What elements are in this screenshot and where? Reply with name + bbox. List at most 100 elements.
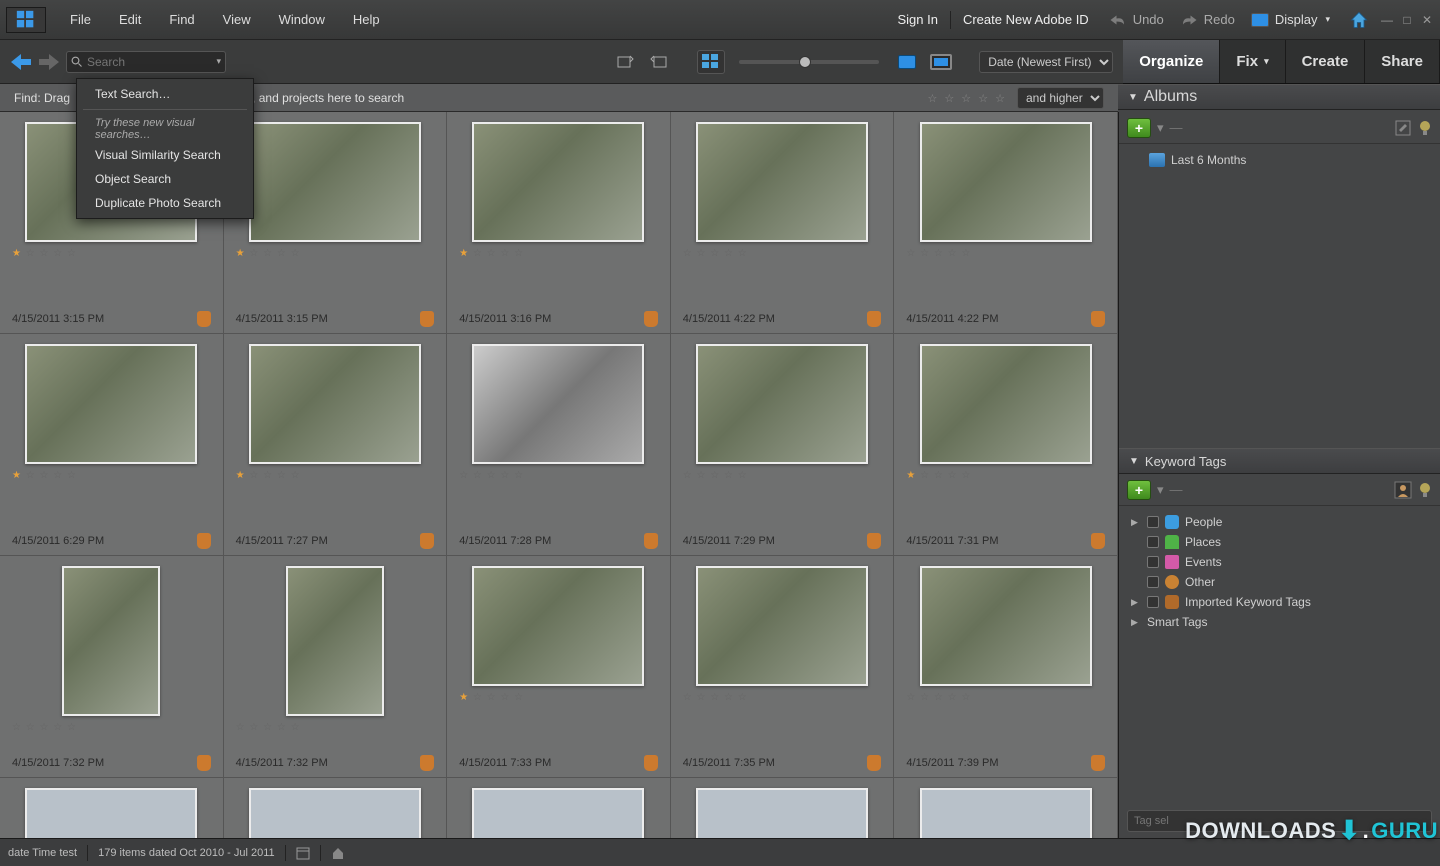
search-box[interactable]: ▾ xyxy=(66,51,226,73)
menu-object-search[interactable]: Object Search xyxy=(77,167,253,191)
tag-places[interactable]: Places xyxy=(1129,532,1430,552)
thumbnail-cell[interactable] xyxy=(671,778,895,838)
thumbnail-cell[interactable]: ★ ☆ ☆ ☆ ☆4/15/2011 7:27 PM xyxy=(224,334,448,556)
rating-stars[interactable]: ★ ☆ ☆ ☆ ☆ xyxy=(236,470,435,481)
rating-stars[interactable]: ☆ ☆ ☆ ☆ ☆ xyxy=(236,722,435,733)
minimize-button[interactable]: — xyxy=(1380,13,1394,27)
thumbnail-cell[interactable]: ☆ ☆ ☆ ☆ ☆4/15/2011 4:22 PM xyxy=(894,112,1118,334)
people-recognition-icon[interactable] xyxy=(1394,481,1412,499)
thumbnail-image[interactable] xyxy=(25,344,197,464)
thumbnail-cell[interactable]: ★ ☆ ☆ ☆ ☆4/15/2011 6:29 PM xyxy=(0,334,224,556)
menu-window[interactable]: Window xyxy=(265,0,339,39)
tab-share[interactable]: Share xyxy=(1365,40,1440,83)
tab-fix[interactable]: Fix▾ xyxy=(1220,40,1285,83)
thumbnail-image[interactable] xyxy=(472,566,644,686)
edit-icon[interactable] xyxy=(1394,119,1412,137)
sign-in-link[interactable]: Sign In xyxy=(885,0,949,39)
thumbnail-cell[interactable]: ☆ ☆ ☆ ☆ ☆4/15/2011 7:28 PM xyxy=(447,334,671,556)
thumbnail-cell[interactable]: ★ ☆ ☆ ☆ ☆4/15/2011 7:31 PM xyxy=(894,334,1118,556)
thumbnail-image[interactable] xyxy=(472,344,644,464)
thumbnail-image[interactable] xyxy=(472,122,644,242)
thumbnail-image[interactable] xyxy=(472,788,644,838)
forward-button[interactable] xyxy=(38,51,60,73)
rating-stars[interactable]: ☆ ☆ ☆ ☆ ☆ xyxy=(683,470,882,481)
thumbnail-image[interactable] xyxy=(25,788,197,838)
undo-button[interactable]: Undo xyxy=(1101,12,1172,27)
rating-stars[interactable]: ★ ☆ ☆ ☆ ☆ xyxy=(236,248,435,259)
rating-filter-stars[interactable]: ☆ ☆ ☆ ☆ ☆ xyxy=(927,91,1007,105)
rotate-ccw-button[interactable] xyxy=(611,50,639,74)
thumbnail-cell[interactable] xyxy=(0,778,224,838)
tag-people[interactable]: ▶People xyxy=(1129,512,1430,532)
tag-imported[interactable]: ▶Imported Keyword Tags xyxy=(1129,592,1430,612)
rating-stars[interactable]: ☆ ☆ ☆ ☆ ☆ xyxy=(906,248,1105,259)
menu-visual-search[interactable]: Visual Similarity Search xyxy=(77,143,253,167)
redo-button[interactable]: Redo xyxy=(1172,12,1243,27)
home-small-icon[interactable] xyxy=(331,846,345,860)
album-item[interactable]: Last 6 Months xyxy=(1129,150,1430,170)
thumbnail-cell[interactable]: ★ ☆ ☆ ☆ ☆4/15/2011 3:16 PM xyxy=(447,112,671,334)
rating-stars[interactable]: ★ ☆ ☆ ☆ ☆ xyxy=(906,470,1105,481)
menu-file[interactable]: File xyxy=(56,0,105,39)
search-dropdown-arrow[interactable]: ▾ xyxy=(216,56,221,67)
thumbnail-image[interactable] xyxy=(920,788,1092,838)
sort-select[interactable]: Date (Newest First) xyxy=(979,51,1113,73)
thumbnail-cell[interactable]: ☆ ☆ ☆ ☆ ☆4/15/2011 7:32 PM xyxy=(0,556,224,778)
search-input[interactable] xyxy=(87,55,197,69)
albums-panel-header[interactable]: ▼ Albums xyxy=(1118,84,1440,110)
calendar-icon[interactable] xyxy=(296,846,310,860)
tag-search-input[interactable] xyxy=(1127,810,1432,832)
bulb-icon[interactable] xyxy=(1418,120,1432,136)
rating-stars[interactable]: ★ ☆ ☆ ☆ ☆ xyxy=(12,248,211,259)
rating-stars[interactable]: ☆ ☆ ☆ ☆ ☆ xyxy=(459,470,658,481)
menu-edit[interactable]: Edit xyxy=(105,0,155,39)
fullscreen-button[interactable] xyxy=(927,50,955,74)
tab-organize[interactable]: Organize xyxy=(1123,40,1220,83)
single-view-button[interactable] xyxy=(893,50,921,74)
menu-text-search[interactable]: Text Search… xyxy=(77,82,253,106)
thumbnail-view-button[interactable] xyxy=(697,50,725,74)
thumbnail-cell[interactable]: ☆ ☆ ☆ ☆ ☆4/15/2011 7:39 PM xyxy=(894,556,1118,778)
thumbnail-image[interactable] xyxy=(696,788,868,838)
new-album-button[interactable]: + xyxy=(1127,118,1151,138)
zoom-slider[interactable] xyxy=(739,60,879,64)
bulb-icon[interactable] xyxy=(1418,482,1432,498)
keyword-panel-header[interactable]: ▼ Keyword Tags xyxy=(1119,448,1440,474)
rating-stars[interactable]: ☆ ☆ ☆ ☆ ☆ xyxy=(12,722,211,733)
thumbnail-cell[interactable]: ☆ ☆ ☆ ☆ ☆4/15/2011 7:32 PM xyxy=(224,556,448,778)
thumbnail-cell[interactable]: ★ ☆ ☆ ☆ ☆4/15/2011 3:15 PM xyxy=(224,112,448,334)
home-icon[interactable] xyxy=(1348,10,1370,30)
thumbnail-image[interactable] xyxy=(286,566,384,716)
thumbnail-image[interactable] xyxy=(920,566,1092,686)
thumbnail-cell[interactable]: ★ ☆ ☆ ☆ ☆4/15/2011 7:33 PM xyxy=(447,556,671,778)
rating-stars[interactable]: ☆ ☆ ☆ ☆ ☆ xyxy=(683,248,882,259)
tab-create[interactable]: Create xyxy=(1286,40,1366,83)
tag-other[interactable]: Other xyxy=(1129,572,1430,592)
menu-find[interactable]: Find xyxy=(155,0,208,39)
rating-stars[interactable]: ★ ☆ ☆ ☆ ☆ xyxy=(459,692,658,703)
tag-events[interactable]: Events xyxy=(1129,552,1430,572)
thumbnail-cell[interactable]: ☆ ☆ ☆ ☆ ☆4/15/2011 7:35 PM xyxy=(671,556,895,778)
thumbnail-cell[interactable] xyxy=(224,778,448,838)
thumbnail-image[interactable] xyxy=(249,344,421,464)
thumbnail-cell[interactable] xyxy=(894,778,1118,838)
thumbnail-image[interactable] xyxy=(249,122,421,242)
thumbnail-cell[interactable]: ☆ ☆ ☆ ☆ ☆4/15/2011 4:22 PM xyxy=(671,112,895,334)
rotate-cw-button[interactable] xyxy=(645,50,673,74)
thumbnail-image[interactable] xyxy=(696,122,868,242)
rating-stars[interactable]: ☆ ☆ ☆ ☆ ☆ xyxy=(906,692,1105,703)
rating-filter-select[interactable]: and higher xyxy=(1017,87,1104,109)
rating-stars[interactable]: ★ ☆ ☆ ☆ ☆ xyxy=(459,248,658,259)
close-button[interactable]: ✕ xyxy=(1420,13,1434,27)
menu-duplicate-search[interactable]: Duplicate Photo Search xyxy=(77,191,253,215)
display-menu[interactable]: Display▾ xyxy=(1243,12,1338,27)
new-tag-button[interactable]: + xyxy=(1127,480,1151,500)
thumbnail-image[interactable] xyxy=(62,566,160,716)
back-button[interactable] xyxy=(10,51,32,73)
maximize-button[interactable]: □ xyxy=(1400,13,1414,27)
create-adobe-id-link[interactable]: Create New Adobe ID xyxy=(951,0,1101,39)
rating-stars[interactable]: ★ ☆ ☆ ☆ ☆ xyxy=(12,470,211,481)
thumbnail-image[interactable] xyxy=(696,566,868,686)
app-logo[interactable] xyxy=(6,7,46,33)
thumbnail-image[interactable] xyxy=(249,788,421,838)
